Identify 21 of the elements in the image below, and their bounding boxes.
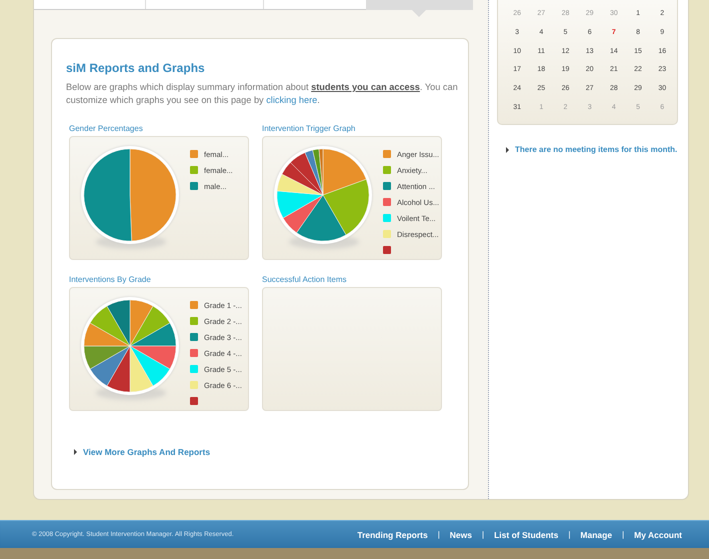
triangle-icon [74,449,77,455]
footer-link[interactable]: My Account [634,530,682,540]
footer-link[interactable]: List of Students [494,530,558,540]
footer-link[interactable]: Manage [580,530,612,540]
meetings-note: There are no meeting items for this month. [515,145,678,154]
clicking-here-link[interactable]: clicking here [266,95,318,105]
footer-link[interactable]: Trending Reports [357,530,428,540]
graph-title: Successful Action Items [262,275,348,286]
nav-separator: | [482,530,484,539]
students-link[interactable]: students you can access [311,82,420,92]
view-more-link[interactable]: View More Graphs And Reports [83,447,210,457]
footer-link[interactable]: News [450,530,472,540]
nav-separator: | [622,530,624,539]
triangle-icon [506,146,509,152]
panel-title: siM Reports and Graphs [66,61,206,75]
intro-text: Below are graphs which display summary information about students you can access. You can customize which graphs you see on this page by clicking here. [66,81,458,107]
graph-title: Interventions By Grade [69,275,152,286]
nav-separator: | [438,530,440,539]
nav-separator: | [568,530,570,539]
graph-title: Gender Percentages [69,124,144,135]
graph-title: Intervention Trigger Graph [262,124,356,135]
